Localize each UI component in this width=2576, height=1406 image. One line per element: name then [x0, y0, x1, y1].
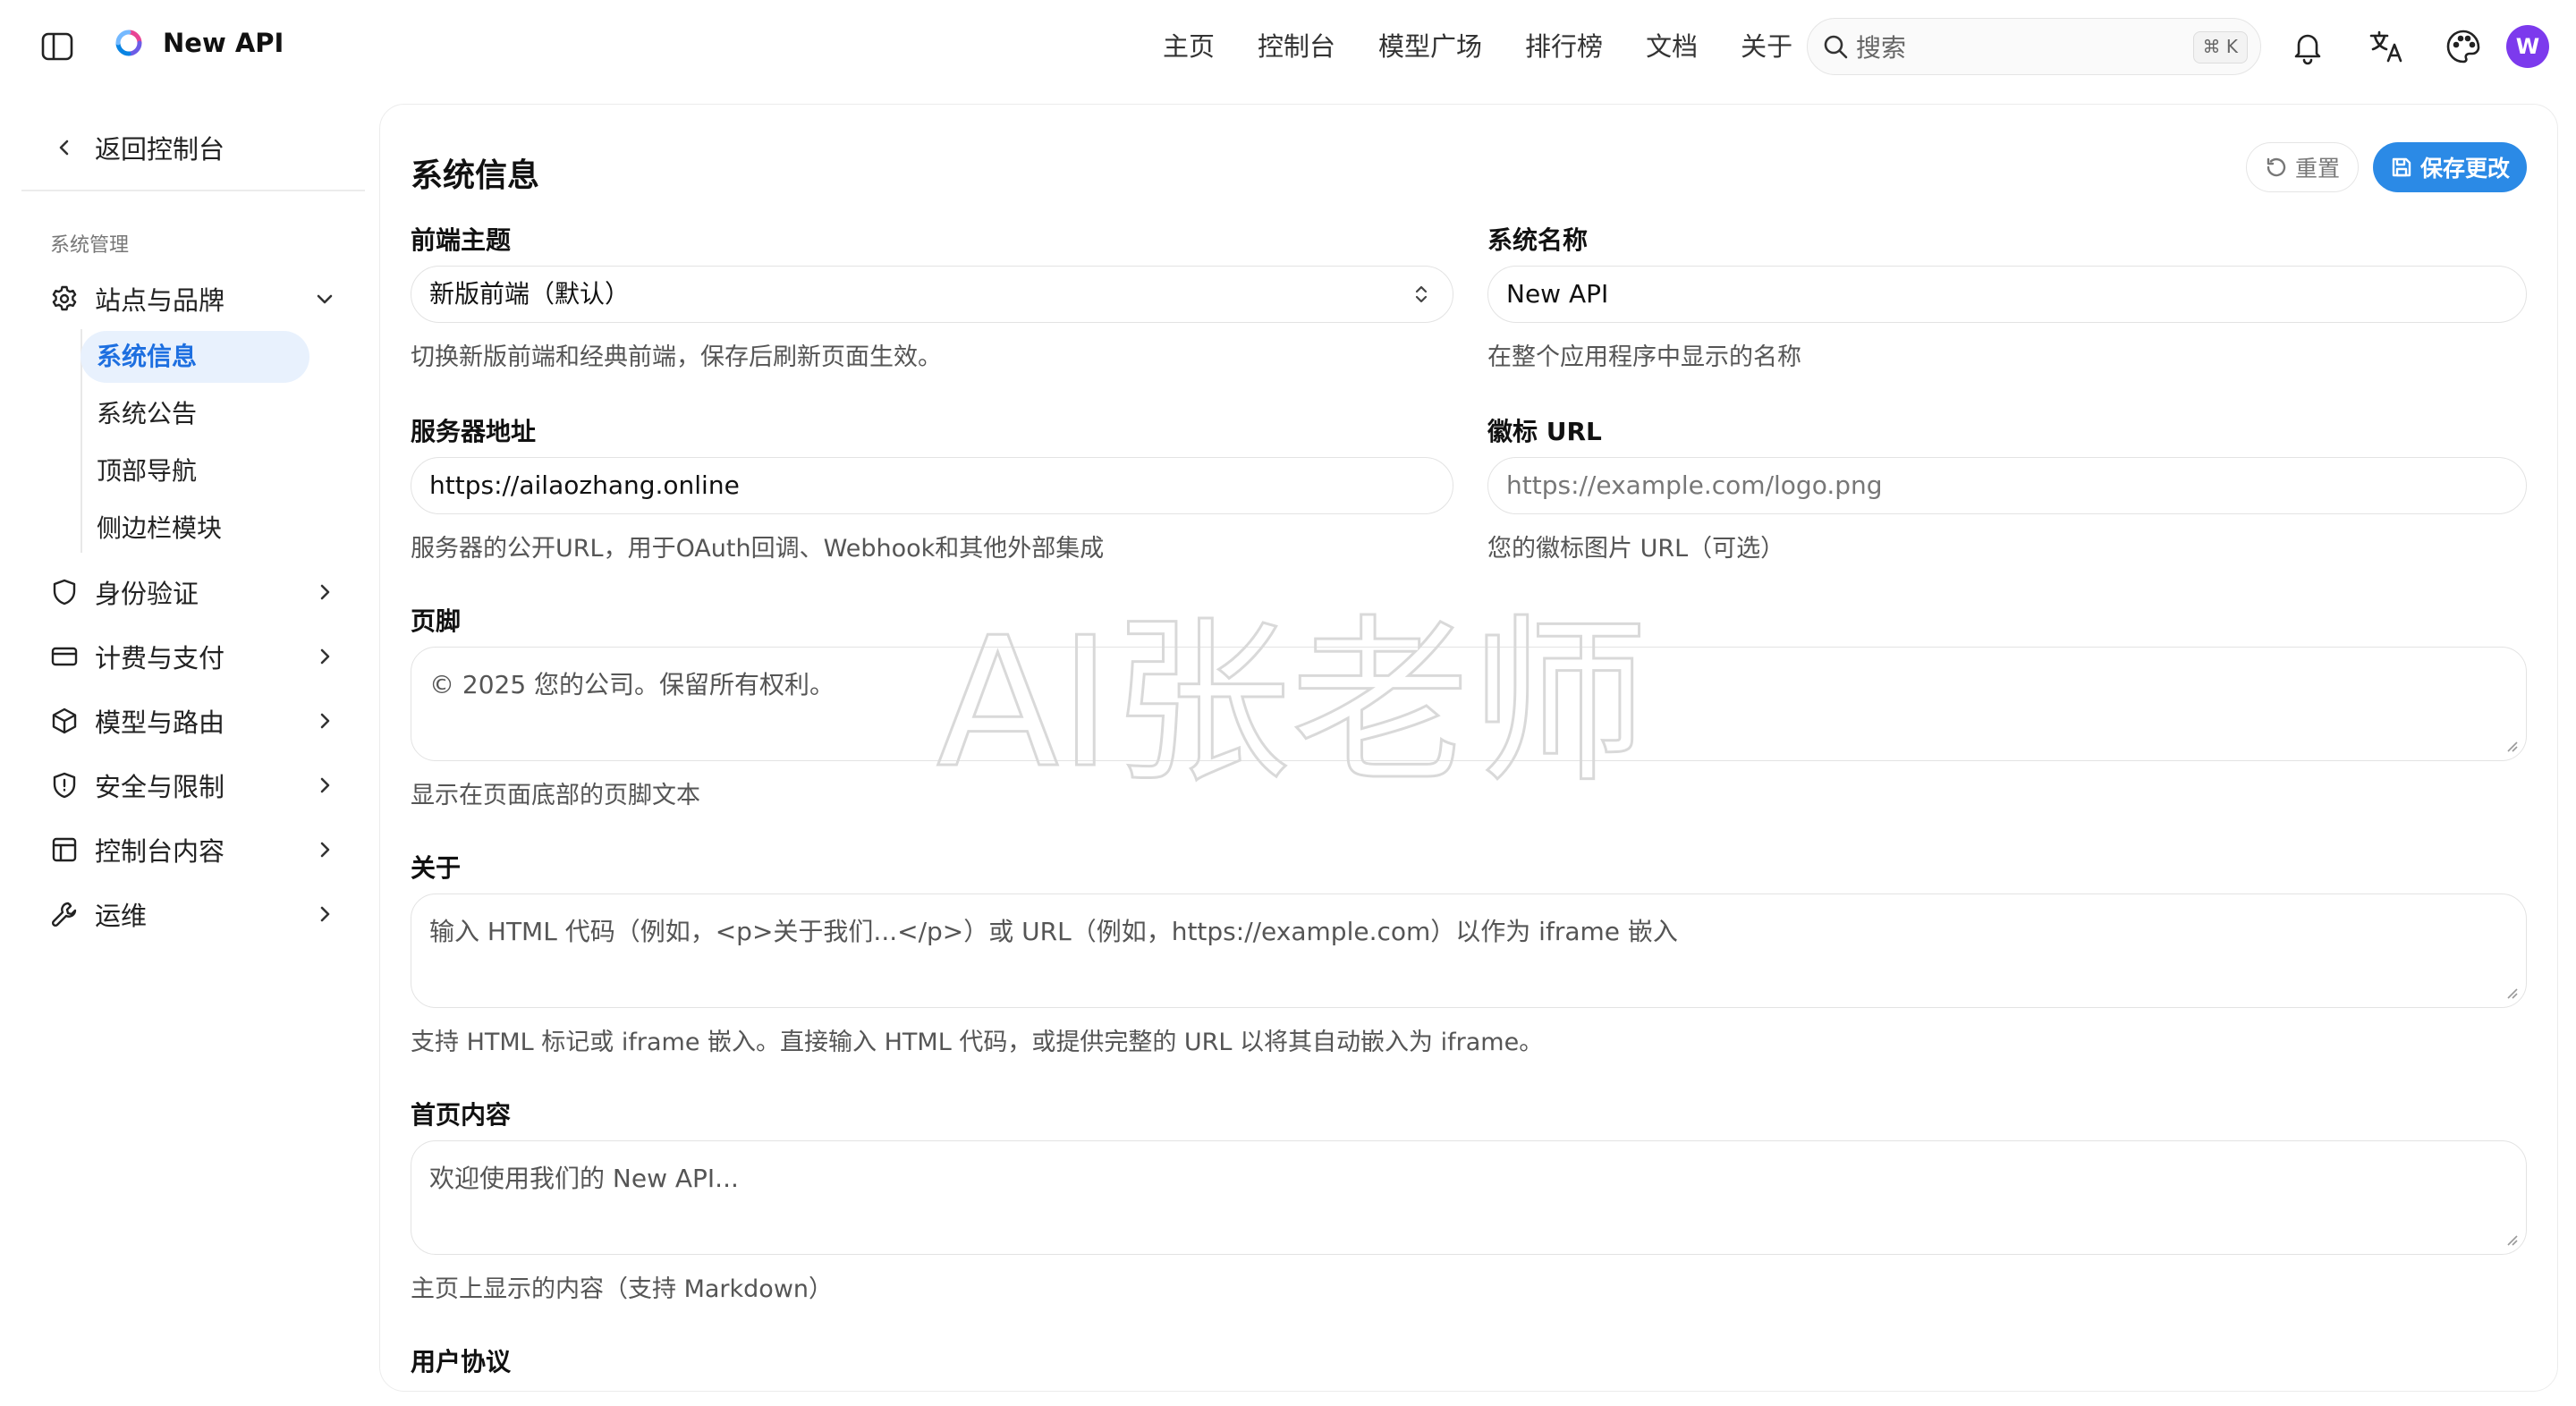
sidebar-group-label: 站点与品牌 [95, 285, 225, 316]
server-address-input[interactable]: https://ailaozhang.online [411, 457, 1453, 514]
home-content-textarea[interactable]: 欢迎使用我们的 New API... [411, 1140, 2527, 1255]
sidebar-group-label: 计费与支付 [95, 643, 225, 673]
about-help: 支持 HTML 标记或 iframe 嵌入。直接输入 HTML 代码，或提供完整… [411, 1029, 1544, 1056]
sidebar-group-label: 安全与限制 [95, 772, 225, 802]
nav-item-model-square[interactable]: 模型广场 [1378, 27, 1482, 66]
cube-icon [52, 707, 77, 734]
sidebar-group-console-content[interactable]: 控制台内容 [50, 828, 336, 871]
frontend-theme-help: 切换新版前端和经典前端，保存后刷新页面生效。 [411, 343, 942, 371]
sidebar-item-system-announcement[interactable]: 系统公告 [80, 388, 309, 440]
sidebar-group-label: 模型与路由 [95, 707, 225, 738]
sidebar-group-label: 控制台内容 [95, 836, 225, 867]
nav-item-ranking[interactable]: 排行榜 [1525, 27, 1603, 66]
rotate-ccw-icon [2267, 157, 2286, 177]
layout-icon [52, 837, 77, 862]
logo-url-help: 您的徽标图片 URL（可选） [1487, 535, 1785, 563]
chevron-down-icon [317, 294, 333, 304]
reset-label: 重置 [2294, 156, 2340, 182]
section-label: 系统管理 [50, 234, 130, 257]
search-placeholder: 搜索 [1856, 33, 1907, 63]
frontend-theme-select[interactable]: 新版前端（默认） [411, 266, 1453, 323]
frontend-theme-value: 新版前端（默认） [429, 279, 631, 309]
gear-icon [52, 285, 77, 311]
chevron-right-icon [320, 648, 330, 665]
sidebar-group-billing[interactable]: 计费与支付 [50, 635, 336, 678]
chevron-right-icon [320, 842, 330, 858]
logo-url-label: 徽标 URL [1487, 417, 1602, 446]
brand-logo-icon [115, 30, 142, 56]
sidebar-group-auth[interactable]: 身份验证 [50, 571, 336, 614]
sidebar-divider [21, 190, 365, 191]
chevron-right-icon [320, 777, 330, 793]
user-agreement-label: 用户协议 [411, 1347, 512, 1376]
page: New API 主页 控制台 模型广场 排行榜 文档 关于 搜索 ⌘ K W 返… [0, 0, 2576, 1406]
credit-card-icon [51, 647, 78, 666]
save-icon [2392, 157, 2411, 177]
back-to-console-link[interactable]: 返回控制台 [54, 129, 225, 166]
about-textarea[interactable]: 输入 HTML 代码（例如，<p>关于我们...</p>）或 URL（例如，ht… [411, 894, 2527, 1008]
search-input[interactable]: 搜索 ⌘ K [1807, 18, 2261, 75]
sidebar-group-ops[interactable]: 运维 [50, 893, 336, 936]
palette-icon[interactable] [2444, 27, 2483, 66]
chevron-right-icon [320, 713, 330, 729]
top-navbar: New API 主页 控制台 模型广场 排行榜 文档 关于 搜索 ⌘ K W [0, 0, 2576, 93]
wrench-icon [51, 902, 77, 927]
bell-icon[interactable] [2288, 27, 2327, 66]
system-name-input[interactable]: New API [1487, 266, 2527, 323]
footer-help: 显示在页面底部的页脚文本 [411, 782, 700, 809]
settings-card: 系统信息 重置 保存更改 前端主题 新版前端（默认） 切换新版前端和经典前端，保… [379, 104, 2558, 1392]
resize-handle-icon[interactable] [2503, 1231, 2519, 1247]
sidebar-toggle-icon[interactable] [39, 30, 75, 63]
footer-textarea[interactable]: © 2025 您的公司。保留所有权利。 [411, 647, 2527, 761]
sidebar-group-label: 身份验证 [95, 579, 199, 609]
sidebar-item-system-info[interactable]: 系统信息 [80, 331, 309, 383]
sidebar-item-sidebar-modules[interactable]: 侧边栏模块 [80, 503, 309, 555]
translate-icon[interactable] [2367, 27, 2406, 66]
brand-name: New API [163, 28, 284, 58]
nav-item-home[interactable]: 主页 [1163, 27, 1215, 66]
sidebar-group-label: 运维 [95, 901, 148, 931]
shield-alert-icon [53, 772, 76, 799]
footer-placeholder: © 2025 您的公司。保留所有权利。 [429, 670, 835, 699]
about-label: 关于 [411, 853, 462, 883]
resize-handle-icon[interactable] [2503, 984, 2519, 1000]
system-name-help: 在整个应用程序中显示的名称 [1487, 343, 1801, 371]
sidebar-item-top-nav[interactable]: 顶部导航 [80, 445, 309, 497]
save-label: 保存更改 [2419, 156, 2510, 182]
search-shortcut-badge: ⌘ K [2192, 31, 2248, 64]
chevron-right-icon [320, 584, 330, 600]
server-address-label: 服务器地址 [411, 417, 537, 446]
chevron-left-icon [59, 140, 69, 156]
system-name-label: 系统名称 [1487, 225, 1589, 255]
main-nav: 主页 控制台 模型广场 排行榜 文档 关于 [1163, 27, 1835, 66]
about-placeholder: 输入 HTML 代码（例如，<p>关于我们...</p>）或 URL（例如，ht… [429, 917, 1678, 946]
sidebar-group-site-brand[interactable]: 站点与品牌 [50, 277, 336, 320]
sidebar: 返回控制台 系统管理 站点与品牌 系统信息 系统公告 顶部导航 侧边栏模块 身份… [0, 93, 376, 1406]
nav-item-docs[interactable]: 文档 [1646, 27, 1698, 66]
page-title: 系统信息 [411, 157, 540, 194]
logo-url-input[interactable]: https://example.com/logo.png [1487, 457, 2527, 514]
brand[interactable]: New API [113, 27, 284, 59]
sidebar-group-models[interactable]: 模型与路由 [50, 699, 336, 742]
server-address-help: 服务器的公开URL，用于OAuth回调、Webhook和其他外部集成 [411, 535, 1105, 563]
nav-item-about[interactable]: 关于 [1741, 27, 1792, 66]
search-icon [1824, 35, 1848, 59]
chevron-right-icon [320, 906, 330, 922]
back-label: 返回控制台 [95, 134, 225, 165]
nav-item-console[interactable]: 控制台 [1258, 27, 1335, 66]
chevron-up-down-icon [1415, 285, 1428, 303]
avatar[interactable]: W [2506, 25, 2549, 68]
save-button[interactable]: 保存更改 [2373, 142, 2527, 192]
sidebar-group-security[interactable]: 安全与限制 [50, 764, 336, 807]
reset-button[interactable]: 重置 [2246, 142, 2359, 192]
home-content-placeholder: 欢迎使用我们的 New API... [429, 1164, 739, 1193]
footer-label: 页脚 [411, 606, 462, 636]
resize-handle-icon[interactable] [2503, 737, 2519, 753]
shield-icon [53, 579, 76, 606]
home-content-label: 首页内容 [411, 1100, 512, 1130]
home-content-help: 主页上显示的内容（支持 Markdown） [411, 1275, 834, 1303]
frontend-theme-label: 前端主题 [411, 225, 512, 255]
